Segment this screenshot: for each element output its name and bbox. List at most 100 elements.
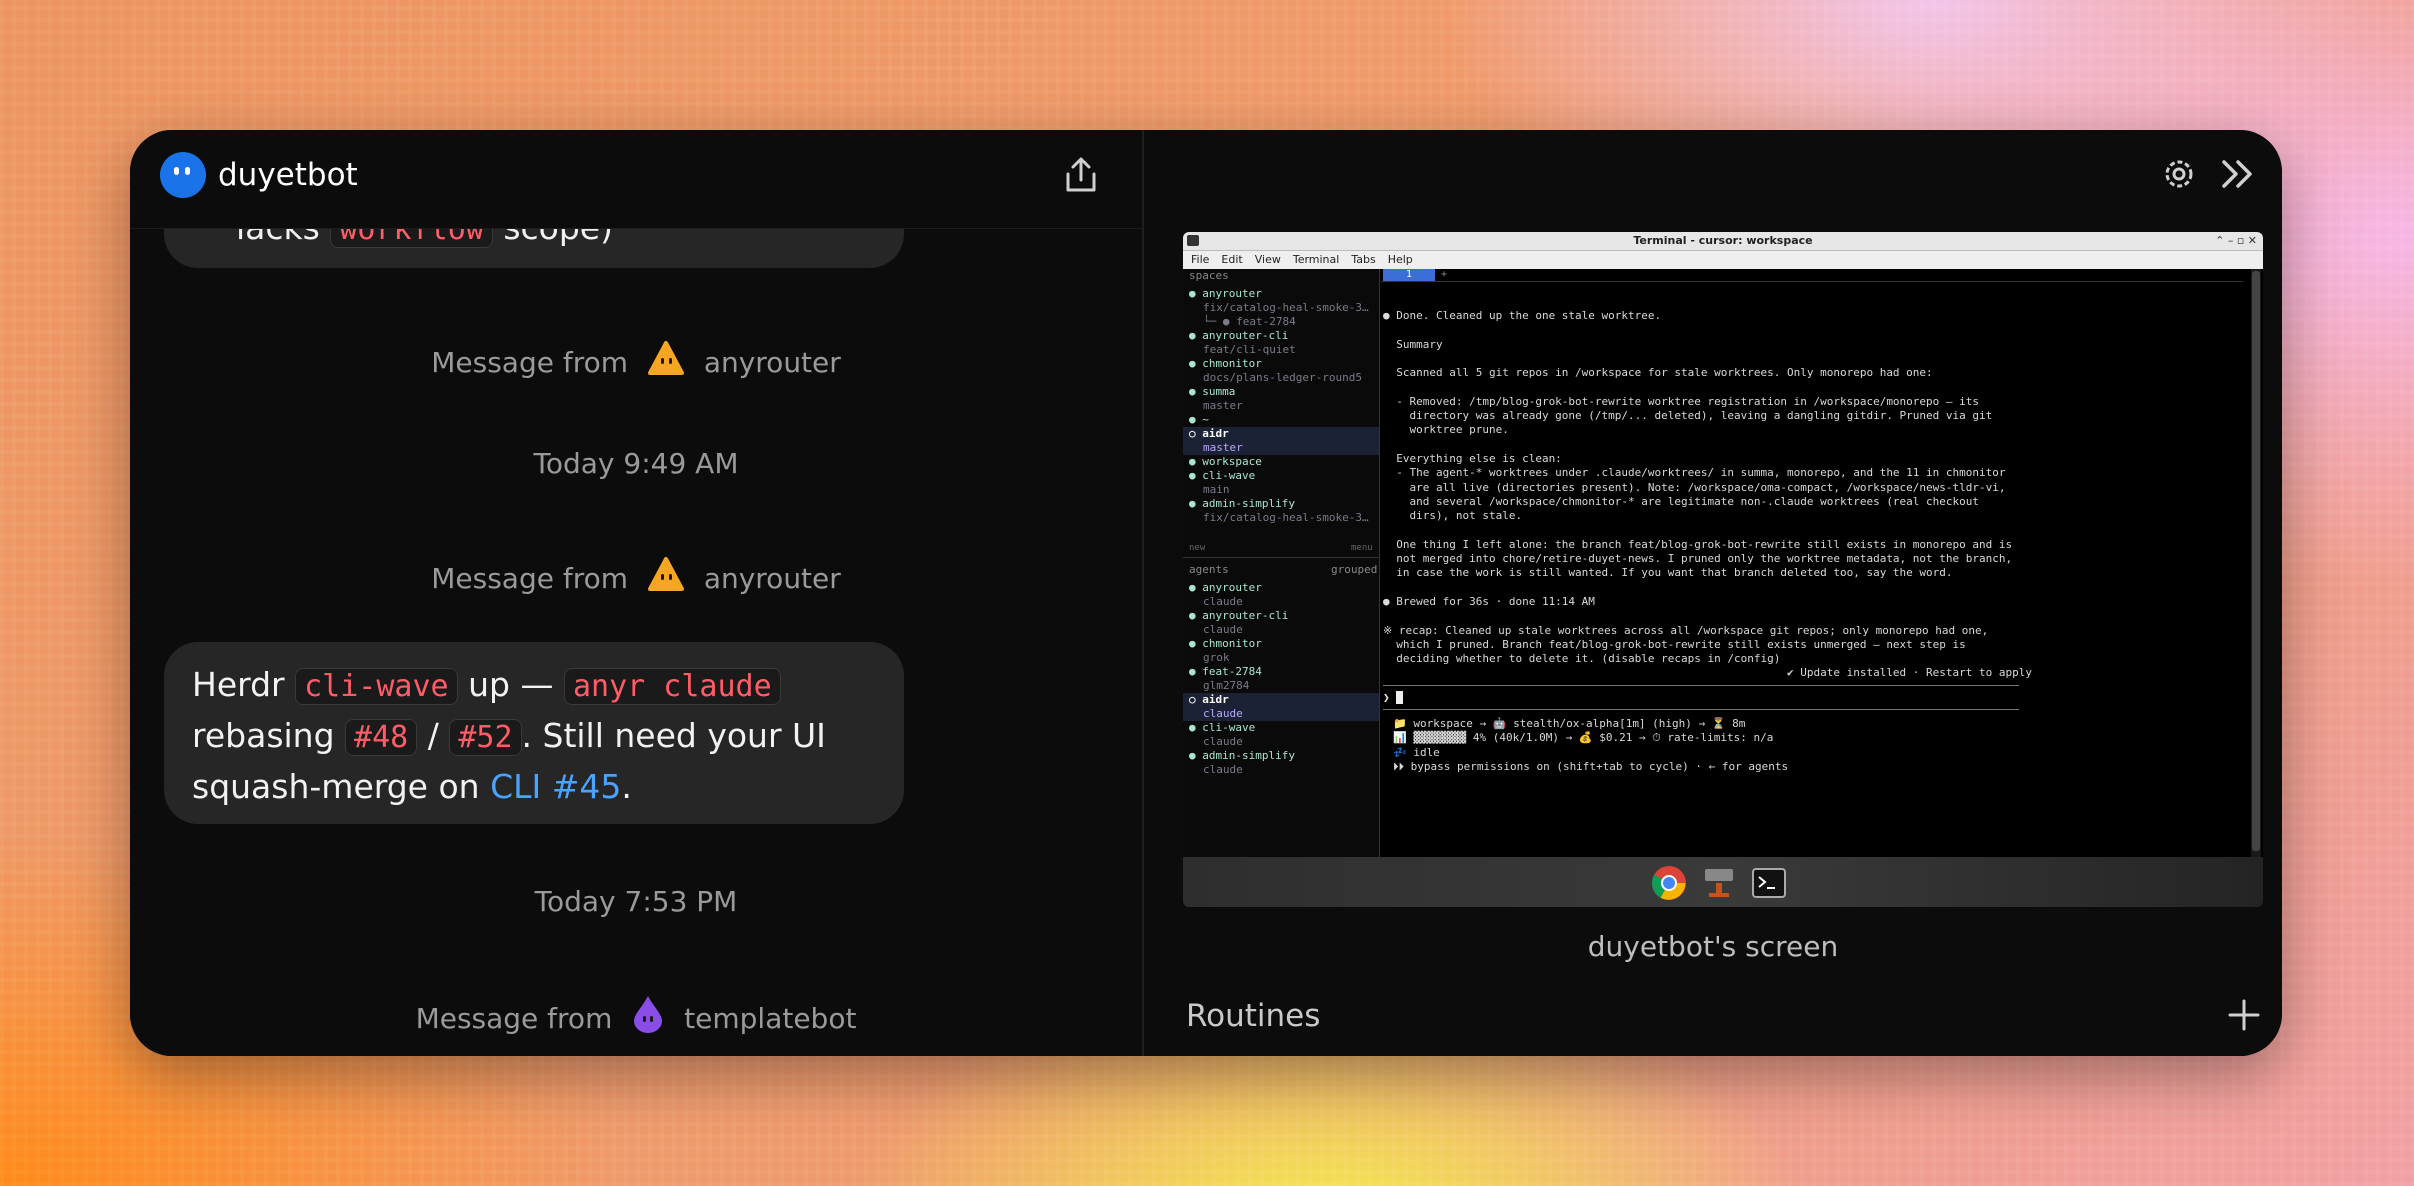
terminal-line: are all live (directories present). Note… [1383, 480, 2006, 494]
status-line: ⏵⏵ bypass permissions on (shift+tab to c… [1393, 759, 1789, 773]
menu-help[interactable]: Help [1388, 253, 1413, 266]
menu-terminal[interactable]: Terminal [1293, 253, 1340, 266]
agent-item-sub: claude [1203, 595, 1243, 608]
space-item-sub: master [1203, 399, 1243, 412]
space-item[interactable]: ● ~ [1189, 413, 1209, 427]
agent-item-sub: claude [1203, 763, 1243, 776]
space-item-sub: feat/cli-quiet [1203, 343, 1296, 356]
menu-tabs[interactable]: Tabs [1351, 253, 1375, 266]
tab-1[interactable]: 1 [1383, 269, 1435, 281]
agent-item[interactable]: ● anyrouter [1189, 581, 1262, 595]
terminal-line: in case the work is still wanted. If you… [1383, 566, 1953, 580]
gear-icon[interactable] [2159, 154, 2199, 194]
inline-code: #52 [449, 719, 522, 756]
agent-item[interactable]: ● feat-2784 [1189, 665, 1262, 679]
terminal-line: Scanned all 5 git repos in /workspace fo… [1383, 366, 1933, 380]
terminal-line: One thing I left alone: the branch feat/… [1383, 537, 2013, 551]
inline-code: workflow [330, 228, 493, 248]
agents-grouped[interactable]: grouped [1331, 563, 1377, 577]
menu-view[interactable]: View [1255, 253, 1281, 266]
terminal-scrollbar[interactable] [2251, 269, 2261, 857]
message-bubble-partial: lacks workflow scope) [164, 228, 904, 268]
spaces-menu[interactable]: menu [1351, 541, 1373, 555]
terminal-line: - The agent-* worktrees under .claude/wo… [1383, 466, 2006, 480]
space-item-sub: fix/catalog-heal-smoke-3… [1203, 301, 1369, 314]
terminal-line: worktree prune. [1383, 423, 1509, 437]
terminal-line: which I pruned. Branch feat/blog-grok-bo… [1383, 637, 1966, 651]
menu-edit[interactable]: Edit [1221, 253, 1242, 266]
remote-screen[interactable]: Terminal - cursor: workspace ⌃ – ▫ ✕ Fil… [1183, 232, 2263, 907]
bot-avatar[interactable] [160, 152, 206, 198]
space-item-sub: main [1203, 483, 1230, 496]
terminal-line: ✔ Update installed · Restart to apply [1383, 666, 2033, 680]
terminal-output: ● Done. Cleaned up the one stale worktre… [1383, 309, 2032, 681]
space-item[interactable]: ● cli-wave [1189, 469, 1255, 483]
terminal-body[interactable]: 1 + ● Done. Cleaned up the one stale wor… [1381, 269, 2251, 857]
space-item[interactable]: ● admin-simplify [1189, 497, 1295, 511]
message-from-line: Message from templatebot [130, 994, 1142, 1039]
space-item-sub: master [1183, 441, 1379, 455]
terminal-line: deciding whether to delete it. (disable … [1383, 652, 1781, 666]
terminal-statusline: 📁 workspace → 🤖 stealth/ox-alpha[1m] (hi… [1393, 717, 1788, 774]
share-icon[interactable] [1060, 154, 1102, 196]
terminal-line: - Removed: /tmp/blog-grok-bot-rewrite wo… [1383, 394, 1980, 408]
message-from-line: Message from anyrouter [130, 340, 1142, 383]
terminal-titlebar: Terminal - cursor: workspace ⌃ – ▫ ✕ [1183, 232, 2263, 251]
pr-link[interactable]: CLI #45 [490, 767, 621, 806]
space-item[interactable]: ● anyrouter-cli [1189, 329, 1288, 343]
space-item[interactable]: ● summa [1189, 385, 1235, 399]
chat-pane: duyetbot lacks workflow scope) Message f… [130, 130, 1142, 1056]
menu-file[interactable]: File [1191, 253, 1209, 266]
network-icon[interactable] [1701, 865, 1737, 901]
agent-item[interactable]: ○ aidr [1183, 693, 1379, 707]
anyrouter-avatar-icon [647, 557, 684, 591]
status-line: 💤 idle [1393, 745, 1440, 759]
collapse-panel-icon[interactable] [2216, 154, 2260, 194]
templatebot-avatar-icon [634, 996, 663, 1033]
agent-item[interactable]: ● cli-wave [1189, 721, 1255, 735]
inline-code: cli-wave [295, 668, 458, 705]
space-item[interactable]: ● workspace [1189, 455, 1262, 469]
terminal-window-title: Terminal - cursor: workspace [1633, 234, 1813, 247]
message-bubble: Herdr cli-wave up — anyr claude rebasing… [164, 642, 904, 824]
routines-title: Routines [1186, 998, 1321, 1034]
agent-item[interactable]: ● anyrouter-cli [1189, 609, 1288, 623]
inline-code: anyr claude [563, 668, 781, 705]
chat-header: duyetbot [130, 130, 1142, 229]
status-line: 📁 workspace → 🤖 stealth/ox-alpha[1m] (hi… [1393, 717, 1746, 730]
add-routine-icon[interactable] [2227, 998, 2261, 1032]
space-item-sub: fix/catalog-heal-smoke-3… [1203, 511, 1369, 524]
window-controls-icon[interactable]: ⌃ – ▫ ✕ [2215, 232, 2257, 250]
terminal-line: ● Brewed for 36s · done 11:14 AM [1383, 594, 1595, 608]
space-item[interactable]: ● chmonitor [1189, 357, 1262, 371]
status-line: 📊 ▓▓▓▓▓▓▓▓ 4% (40k/1.0M) → 💰 $0.21 → ⏱ r… [1393, 731, 1774, 745]
terminal-line: ※ recap: Cleaned up stale worktrees acro… [1383, 623, 1989, 637]
agent-item[interactable]: ● chmonitor [1189, 637, 1262, 651]
agent-item-sub: claude [1203, 623, 1243, 636]
timestamp: Today 7:53 PM [534, 885, 738, 918]
terminal-line: Summary [1383, 337, 1443, 351]
terminal-line: ● Done. Cleaned up the one stale worktre… [1383, 309, 1662, 322]
terminal-line: Everything else is clean: [1383, 451, 1562, 465]
spaces-new[interactable]: new [1189, 541, 1205, 555]
chrome-icon[interactable] [1651, 865, 1687, 901]
terminal-prompt[interactable]: ❯ [1383, 691, 1403, 705]
screen-caption: duyetbot's screen [1587, 930, 1839, 963]
terminal-line: not merged into chore/retire-duyet-news.… [1383, 552, 2013, 566]
side-panel: Terminal - cursor: workspace ⌃ – ▫ ✕ Fil… [1144, 130, 2282, 1056]
tab-add[interactable]: + [1441, 269, 1447, 281]
space-item[interactable]: ● anyrouter [1189, 287, 1262, 301]
terminal-line: directory was already gone (/tmp/... del… [1383, 409, 1993, 423]
agents-header: agents [1189, 563, 1229, 576]
chat-scroll[interactable]: lacks workflow scope) Message from anyro… [130, 228, 1142, 1056]
bot-name: duyetbot [218, 157, 358, 193]
agent-item-sub: claude [1183, 707, 1379, 721]
agent-item[interactable]: ● admin-simplify [1189, 749, 1295, 763]
space-item[interactable]: ○ aidr [1183, 427, 1379, 441]
message-from-line: Message from anyrouter [130, 556, 1142, 599]
terminal-app-icon[interactable] [1751, 865, 1787, 901]
